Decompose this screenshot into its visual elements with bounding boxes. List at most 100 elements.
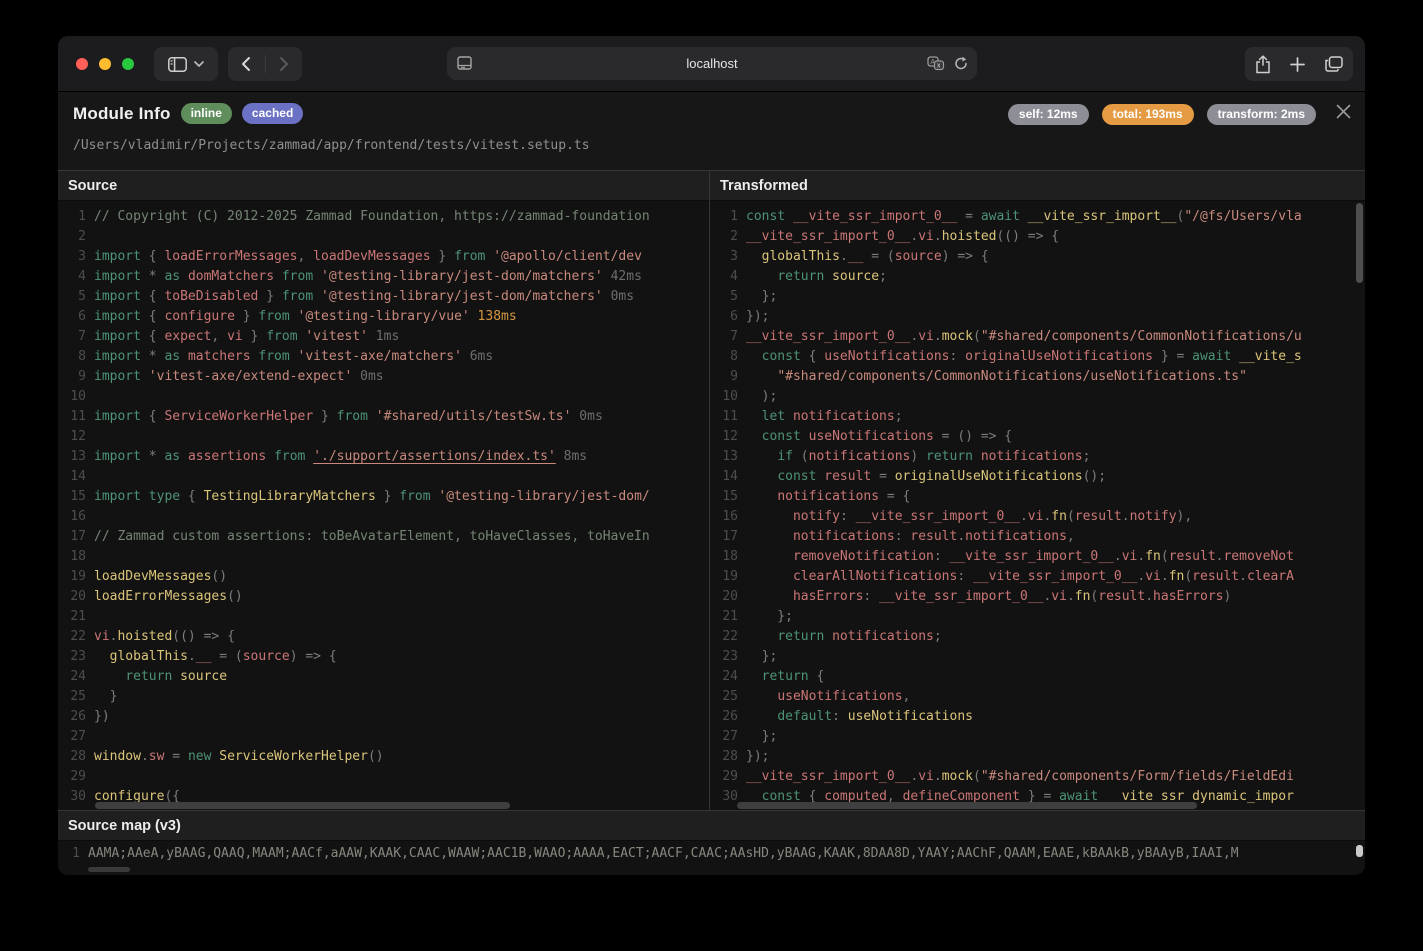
token-v: result bbox=[1098, 589, 1146, 604]
token-s: "/@fs/Users/vla bbox=[1184, 209, 1302, 224]
token-k: import bbox=[94, 249, 141, 264]
code-line: 14 const result = originalUseNotificatio… bbox=[710, 467, 1365, 487]
token-p: } bbox=[313, 409, 337, 424]
token-k: let bbox=[761, 409, 786, 424]
share-icon[interactable] bbox=[1255, 54, 1271, 74]
code-line: 24 return { bbox=[710, 667, 1365, 687]
line-number: 17 bbox=[70, 529, 86, 544]
token-k: import bbox=[94, 309, 141, 324]
token-f: fn bbox=[1168, 569, 1185, 584]
sourcemap-viewport[interactable]: 1 AAMA;AAeA,yBAAG,QAAQ,MAAM;AACf,aAAW,KA… bbox=[58, 841, 1365, 875]
address-bar[interactable]: localhost Ax bbox=[447, 47, 977, 80]
token-p bbox=[1231, 349, 1239, 364]
token-f: originalUseNotifications bbox=[894, 469, 1083, 484]
token-p: . bbox=[1160, 569, 1169, 584]
line-number: 6 bbox=[730, 309, 738, 324]
reload-icon[interactable] bbox=[954, 56, 968, 71]
token-p: = () => { bbox=[933, 429, 1013, 444]
close-window-button[interactable] bbox=[76, 58, 88, 70]
tab-overview-icon[interactable] bbox=[1325, 56, 1343, 72]
token-p: { bbox=[140, 309, 165, 324]
token-s: "#shared/components/CommonNotifications/… bbox=[980, 329, 1302, 344]
token-k: return bbox=[761, 669, 809, 684]
transformed-code-viewport[interactable]: 1 const __vite_ssr_import_0__ = await __v… bbox=[710, 201, 1365, 810]
token-p: }; bbox=[746, 609, 793, 624]
token-p: ) bbox=[1223, 589, 1232, 604]
line-content: import * as matchers from 'vitest-axe/ma… bbox=[94, 347, 493, 367]
source-horizontal-scrollbar[interactable] bbox=[95, 802, 510, 809]
code-line: 26 default: useNotifications bbox=[710, 707, 1365, 727]
line-number: 12 bbox=[70, 429, 86, 444]
line-number: 5 bbox=[78, 289, 86, 304]
line-number: 10 bbox=[70, 389, 86, 404]
token-p bbox=[785, 409, 793, 424]
sourcemap-vertical-scrollbar[interactable] bbox=[1356, 845, 1363, 857]
token-p bbox=[824, 629, 832, 644]
token-f: useNotifications bbox=[847, 709, 973, 724]
token-v: source bbox=[242, 649, 290, 664]
self-time-badge: self: 12ms bbox=[1007, 104, 1089, 125]
line-content: __vite_ssr_import_0__.vi.mock("#shared/c… bbox=[746, 327, 1302, 347]
close-icon[interactable] bbox=[1333, 101, 1353, 121]
line-number: 23 bbox=[70, 649, 86, 664]
line-number: 5 bbox=[730, 289, 738, 304]
module-link[interactable]: './support/assertions/index.ts' bbox=[313, 449, 556, 464]
token-p: : bbox=[863, 589, 880, 604]
token-t: 0ms bbox=[571, 409, 603, 424]
transformed-vertical-scrollbar[interactable] bbox=[1356, 203, 1363, 283]
token-p: = { bbox=[879, 489, 911, 504]
token-p: { bbox=[140, 289, 165, 304]
line-number: 1 bbox=[730, 209, 738, 224]
token-p: }); bbox=[746, 749, 770, 764]
minimize-window-button[interactable] bbox=[99, 58, 111, 70]
back-button[interactable] bbox=[228, 47, 265, 81]
translate-icon[interactable]: Ax bbox=[927, 56, 945, 71]
token-v: vi bbox=[918, 329, 934, 344]
code-line: 8 import * as matchers from 'vitest-axe/m… bbox=[58, 347, 709, 367]
token-p: } bbox=[94, 689, 118, 704]
code-line: 18 removeNotification: __vite_ssr_import… bbox=[710, 547, 1365, 567]
forward-button[interactable] bbox=[265, 47, 302, 81]
code-line: 21 bbox=[58, 607, 709, 627]
code-line: 10 ); bbox=[710, 387, 1365, 407]
token-s: '@apollo/client/dev bbox=[493, 249, 642, 264]
token-p bbox=[746, 549, 793, 564]
code-line: 16 notify: __vite_ssr_import_0__.vi.fn(r… bbox=[710, 507, 1365, 527]
line-number: 25 bbox=[722, 689, 738, 704]
token-v: notify bbox=[1129, 509, 1177, 524]
token-p bbox=[746, 509, 793, 524]
token-k: type bbox=[148, 489, 181, 504]
zoom-window-button[interactable] bbox=[122, 58, 134, 70]
code-line: 29 __vite_ssr_import_0__.vi.mock("#shared… bbox=[710, 767, 1365, 787]
token-k: const bbox=[761, 349, 801, 364]
line-content: "#shared/components/CommonNotifications/… bbox=[746, 367, 1247, 387]
code-line: 4 return source; bbox=[710, 267, 1365, 287]
new-tab-icon[interactable] bbox=[1290, 56, 1306, 72]
line-content: __vite_ssr_import_0__.vi.hoisted(() => { bbox=[746, 227, 1059, 247]
line-content: __vite_ssr_import_0__.vi.mock("#shared/c… bbox=[746, 767, 1294, 787]
token-k: import bbox=[94, 369, 141, 384]
line-content: const { useNotifications: originalUseNot… bbox=[746, 347, 1302, 367]
sourcemap-horizontal-scrollbar[interactable] bbox=[88, 867, 130, 872]
code-line: 29 bbox=[58, 767, 709, 787]
token-v: vi bbox=[227, 329, 243, 344]
token-t: 8ms bbox=[555, 449, 588, 464]
token-k: from bbox=[399, 489, 431, 504]
source-code: 1 // Copyright (C) 2012-2025 Zammad Found… bbox=[58, 201, 709, 807]
code-line: 15 import type { TestingLibraryMatchers }… bbox=[58, 487, 709, 507]
line-content: hasErrors: __vite_ssr_import_0__.vi.fn(r… bbox=[746, 587, 1231, 607]
toolbar-right-actions bbox=[1245, 47, 1353, 81]
token-f: __vite_ssr_import__ bbox=[1027, 209, 1177, 224]
token-v: __vite_ssr_import_0__ bbox=[746, 769, 911, 784]
traffic-lights bbox=[76, 58, 134, 70]
token-v: __vite_ssr_import_0__ bbox=[746, 329, 911, 344]
token-v: __vite_ssr_import_0__ bbox=[855, 509, 1020, 524]
line-content: return { bbox=[746, 667, 825, 687]
token-v: vi bbox=[1027, 509, 1044, 524]
token-v: domMatchers bbox=[187, 269, 275, 284]
transformed-horizontal-scrollbar[interactable] bbox=[737, 802, 1197, 809]
token-v: __vite_ssr_import_0__ bbox=[746, 229, 911, 244]
token-f: TestingLibraryMatchers bbox=[203, 489, 376, 504]
source-code-viewport[interactable]: 1 // Copyright (C) 2012-2025 Zammad Found… bbox=[58, 201, 709, 810]
sidebar-toggle-button[interactable] bbox=[154, 47, 218, 81]
